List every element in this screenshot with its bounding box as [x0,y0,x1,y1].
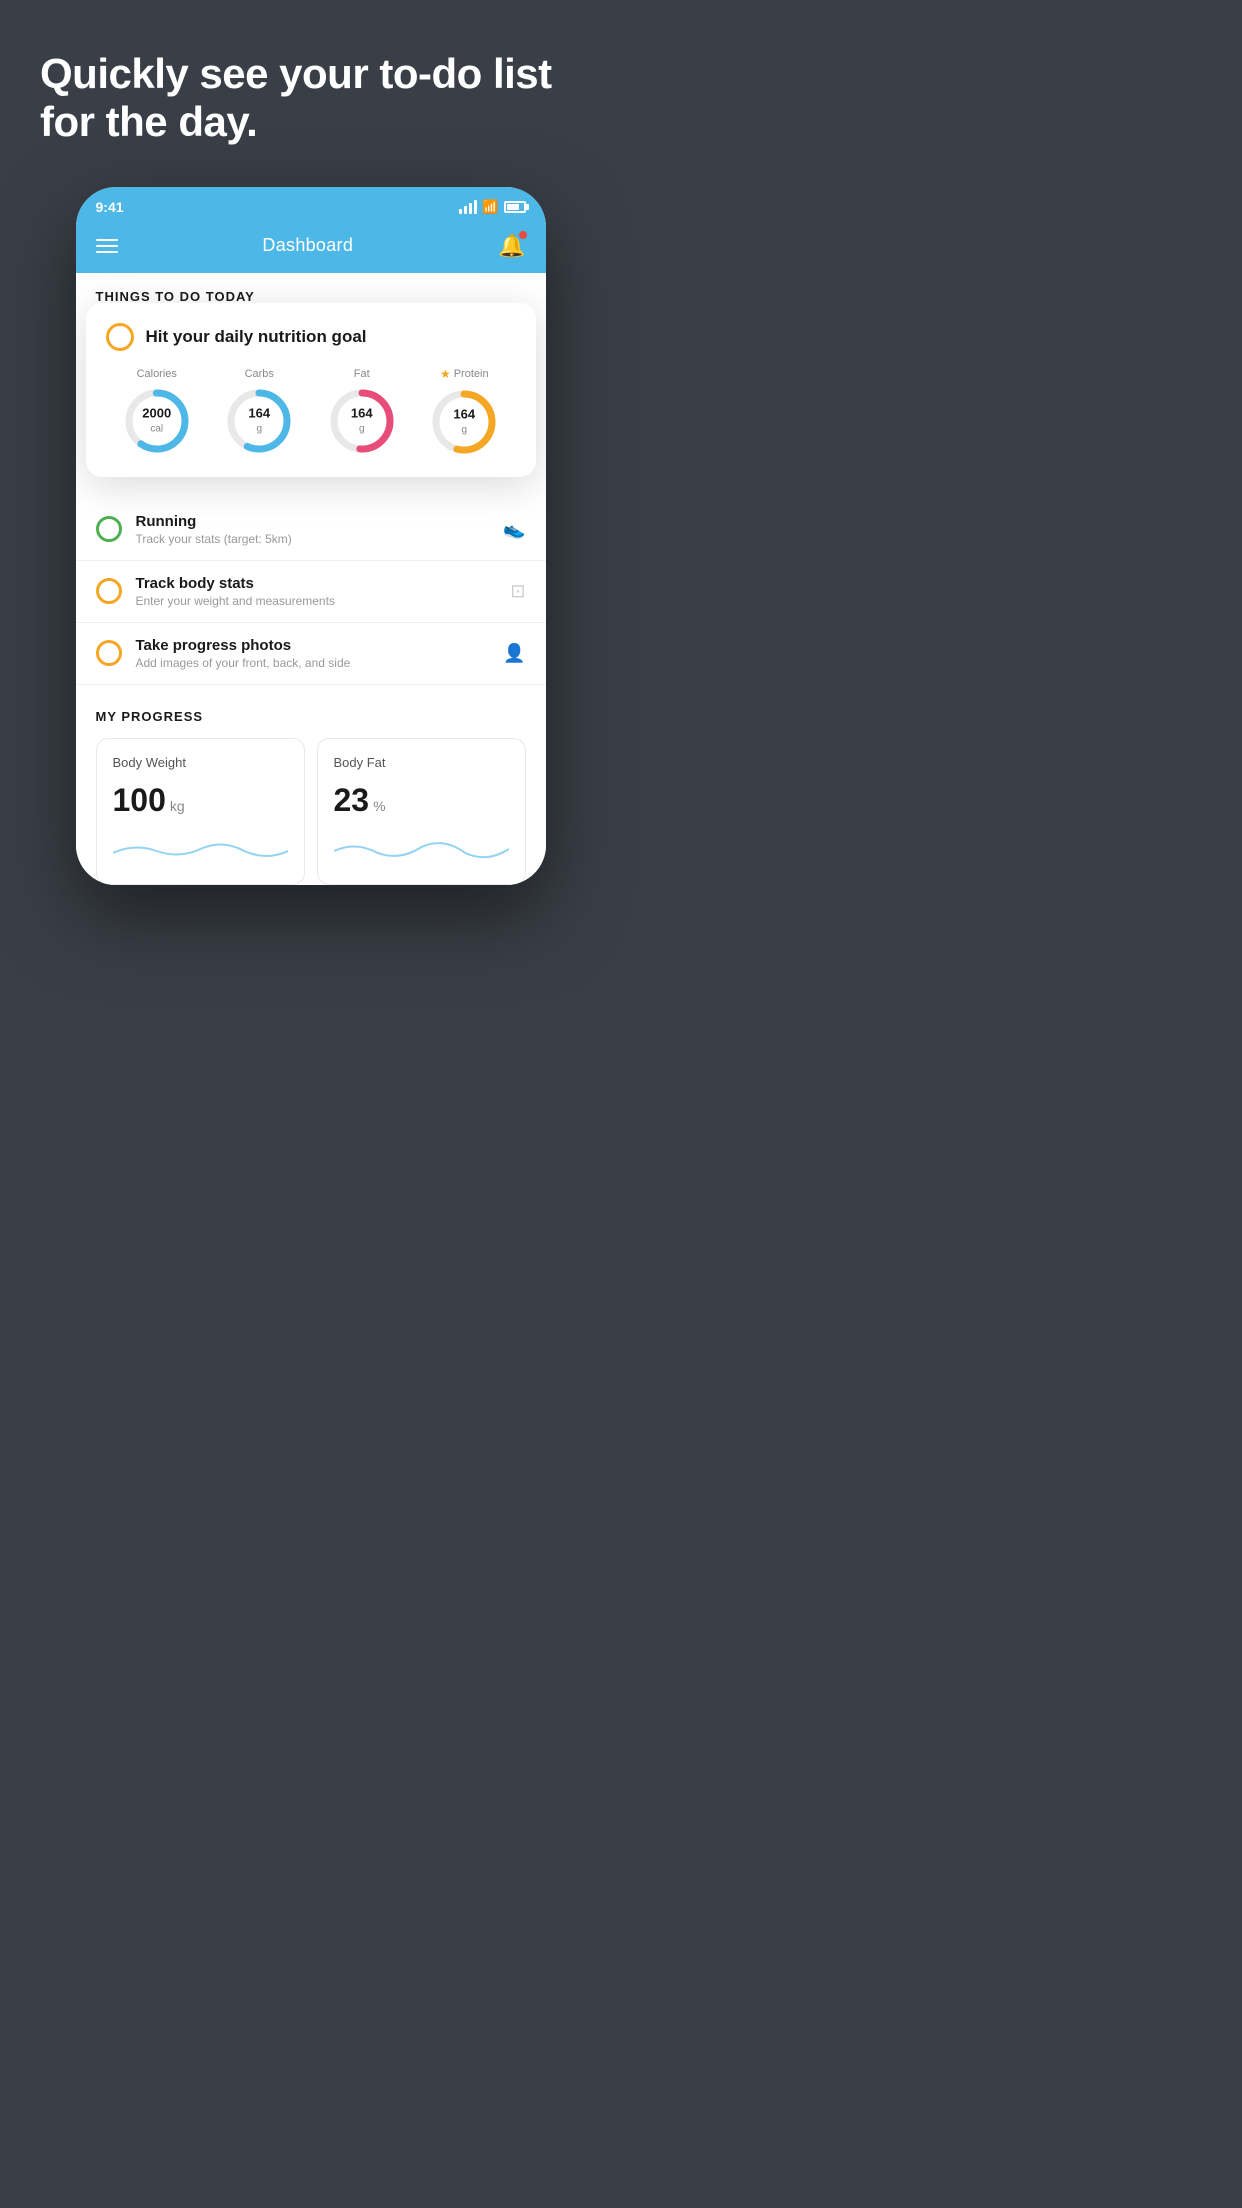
bodystats-subtitle: Enter your weight and measurements [136,594,497,608]
nutrition-check-circle[interactable] [106,323,134,351]
body-weight-wave [113,833,288,863]
things-section-title: THINGS TO DO TODAY [96,289,526,304]
body-weight-value-row: 100 kg [113,782,288,819]
protein-value: 164g [453,407,475,436]
body-fat-card: Body Fat 23 % [317,738,526,885]
progress-cards: Body Weight 100 kg Body Fat 23 [96,738,526,885]
fat-donut: 164g [327,386,397,456]
notification-bell[interactable]: 🔔 [498,233,525,259]
bodystats-check-circle[interactable] [96,578,122,604]
photos-subtitle: Add images of your front, back, and side [136,656,490,670]
carbs-label: Carbs [245,368,274,380]
nutrition-circles: Calories 2000cal Carbs [106,367,516,457]
bodystats-title: Track body stats [136,575,497,592]
list-item[interactable]: Take progress photos Add images of your … [76,623,546,685]
calories-value: 2000cal [142,406,171,435]
hero-section: Quickly see your to-do list for the day. [0,0,621,177]
todo-list: Running Track your stats (target: 5km) 👟… [76,499,546,685]
status-icons: 📶 [459,199,525,215]
navigation-bar: Dashboard 🔔 [76,223,546,273]
nutrition-card-title: Hit your daily nutrition goal [146,327,367,347]
protein-item: ★ Protein 164g [429,367,499,457]
body-fat-value: 23 [334,782,370,819]
running-subtitle: Track your stats (target: 5km) [136,532,490,546]
carbs-donut: 164g [224,386,294,456]
person-icon: 👤 [503,643,525,664]
notification-dot [519,231,527,239]
body-weight-value: 100 [113,782,166,819]
carbs-item: Carbs 164g [224,368,294,456]
list-item[interactable]: Running Track your stats (target: 5km) 👟 [76,499,546,561]
phone-mockup: 9:41 📶 Dashboard 🔔 [76,187,546,885]
photos-text: Take progress photos Add images of your … [136,637,490,670]
fat-item: Fat 164g [327,368,397,456]
progress-header: MY PROGRESS [96,709,526,724]
photos-title: Take progress photos [136,637,490,654]
body-fat-title: Body Fat [334,755,509,770]
signal-icon [459,200,477,214]
wifi-icon: 📶 [482,199,498,215]
calories-item: Calories 2000cal [122,368,192,456]
body-weight-card: Body Weight 100 kg [96,738,305,885]
card-title-row: Hit your daily nutrition goal [106,323,516,351]
body-fat-wave [334,833,509,863]
scale-icon: ⊡ [510,581,525,602]
phone-shell: 9:41 📶 Dashboard 🔔 [76,187,546,885]
protein-label: ★ Protein [440,367,489,381]
running-title: Running [136,513,490,530]
body-fat-unit: % [373,798,385,814]
hero-title: Quickly see your to-do list for the day. [40,50,581,147]
list-item[interactable]: Track body stats Enter your weight and m… [76,561,546,623]
fat-value: 164g [351,406,373,435]
battery-icon [504,201,526,213]
app-content: THINGS TO DO TODAY Hit your daily nutrit… [76,273,546,885]
protein-star-icon: ★ [440,367,451,381]
protein-donut: 164g [429,387,499,457]
status-bar: 9:41 📶 [76,187,546,223]
bodystats-text: Track body stats Enter your weight and m… [136,575,497,608]
running-text: Running Track your stats (target: 5km) [136,513,490,546]
body-weight-title: Body Weight [113,755,288,770]
hamburger-menu[interactable] [96,239,118,253]
running-check-circle[interactable] [96,516,122,542]
calories-donut: 2000cal [122,386,192,456]
nutrition-card: Hit your daily nutrition goal Calories 2… [86,303,536,477]
carbs-value: 164g [248,406,270,435]
shoe-icon: 👟 [503,519,525,540]
nav-title: Dashboard [262,235,353,256]
calories-label: Calories [137,368,177,380]
progress-section: MY PROGRESS Body Weight 100 kg [76,685,546,885]
body-weight-unit: kg [170,798,185,814]
status-time: 9:41 [96,199,124,215]
fat-label: Fat [354,368,370,380]
body-fat-value-row: 23 % [334,782,509,819]
photos-check-circle[interactable] [96,640,122,666]
